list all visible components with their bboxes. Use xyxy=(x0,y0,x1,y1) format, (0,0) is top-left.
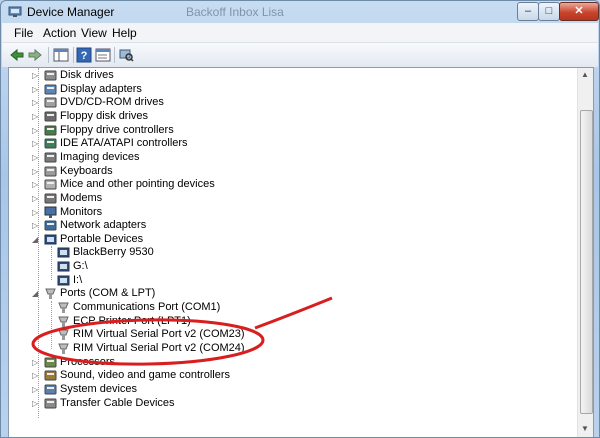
system-device-icon xyxy=(44,384,57,395)
tree-item-label: Mice and other pointing devices xyxy=(60,178,215,191)
show-hide-tree-icon[interactable] xyxy=(53,47,69,63)
minimize-button[interactable]: – xyxy=(517,2,539,21)
network-adapter-icon xyxy=(44,220,57,231)
dvd-drive-icon xyxy=(44,97,57,108)
display-adapter-icon xyxy=(44,84,57,95)
mouse-icon xyxy=(44,179,57,190)
monitor-icon xyxy=(44,206,57,218)
tree-item-label: Network adapters xyxy=(60,219,147,232)
portable-device-icon xyxy=(44,234,57,245)
tree-item-label: Monitors xyxy=(60,205,103,218)
tree-item-label: ECP Printer Port (LPT1) xyxy=(73,314,191,327)
tree-connector xyxy=(51,246,52,280)
scan-hardware-icon[interactable] xyxy=(118,47,134,63)
scrollbar-thumb[interactable] xyxy=(580,110,593,414)
toolbar-separator xyxy=(48,47,49,63)
tree-item-label: Keyboards xyxy=(60,164,113,177)
portable-device-icon xyxy=(57,247,70,258)
tree-item-label: Portable Devices xyxy=(60,232,144,245)
tree-item-label: BlackBerry 9530 xyxy=(73,246,154,259)
toolbar-separator xyxy=(73,47,74,63)
tree-item-label: Modems xyxy=(60,191,103,204)
tree-item-label: Disk drives xyxy=(60,69,114,81)
scroll-up-icon[interactable]: ▲ xyxy=(581,70,589,79)
floppy-controller-icon xyxy=(44,125,57,136)
collapsed-arrow-icon[interactable]: ▷ xyxy=(32,84,41,95)
tree-item-label: Processors xyxy=(60,355,116,368)
toolbar: ? xyxy=(2,43,598,67)
background-window-title: Backoff Inbox Lisa xyxy=(186,5,284,19)
expanded-arrow-icon[interactable]: ◢ xyxy=(32,288,41,299)
forward-arrow-icon[interactable] xyxy=(27,47,43,63)
menu-bar: File Action View Help xyxy=(2,23,598,43)
port-icon xyxy=(58,329,69,341)
device-tree[interactable]: ▷ Disk drives ▷ Display adapters ▷ DVD/CD-ROM… xyxy=(8,67,594,437)
collapsed-arrow-icon[interactable]: ▷ xyxy=(32,97,41,108)
close-button[interactable]: ✕ xyxy=(559,2,599,21)
scroll-down-icon[interactable]: ▼ xyxy=(581,424,589,433)
window-title: Device Manager xyxy=(27,5,115,19)
collapsed-arrow-icon[interactable]: ▷ xyxy=(32,398,41,409)
tree-item-label: Transfer Cable Devices xyxy=(60,396,175,409)
vertical-scrollbar[interactable]: ▲ ▼ xyxy=(577,68,593,437)
tree-item-label: Floppy drive controllers xyxy=(60,123,174,136)
processor-icon xyxy=(44,357,57,368)
ide-controller-icon xyxy=(44,138,57,149)
maximize-button[interactable]: □ xyxy=(538,2,560,21)
tree-item-label: I:\ xyxy=(73,273,83,286)
tree-item-label: Sound, video and game controllers xyxy=(60,369,230,382)
toolbar-separator xyxy=(114,47,115,63)
tree-item-label: DVD/CD-ROM drives xyxy=(60,96,164,109)
modem-icon xyxy=(44,193,57,204)
device-manager-icon xyxy=(8,6,22,17)
disk-drive-icon xyxy=(44,70,57,81)
keyboard-icon xyxy=(44,166,57,177)
port-icon xyxy=(58,343,69,354)
tree-item-label: Communications Port (COM1) xyxy=(73,301,221,314)
collapsed-arrow-icon[interactable]: ▷ xyxy=(32,111,41,122)
tree-item-label: RIM Virtual Serial Port v2 (COM24) xyxy=(73,342,245,354)
portable-device-icon xyxy=(57,261,70,272)
collapsed-arrow-icon[interactable]: ▷ xyxy=(32,138,41,149)
collapsed-arrow-icon[interactable]: ▷ xyxy=(32,179,41,190)
collapsed-arrow-icon[interactable]: ▷ xyxy=(32,193,41,204)
tree-item-label: Imaging devices xyxy=(60,150,140,163)
collapsed-arrow-icon[interactable]: ▷ xyxy=(32,207,41,218)
menu-file[interactable]: File xyxy=(14,26,33,40)
tree-item-label: Ports (COM & LPT) xyxy=(60,287,156,300)
tree-item-label: RIM Virtual Serial Port v2 (COM23) xyxy=(73,328,245,341)
collapsed-arrow-icon[interactable]: ▷ xyxy=(32,166,41,177)
menu-view[interactable]: View xyxy=(81,26,107,40)
back-arrow-icon[interactable] xyxy=(9,47,25,63)
port-icon xyxy=(58,316,69,327)
imaging-device-icon xyxy=(44,152,57,163)
sound-icon xyxy=(44,370,57,381)
help-icon[interactable]: ? xyxy=(76,47,92,63)
device-manager-window: Device Manager Backoff Inbox Lisa – □ ✕ … xyxy=(0,0,600,438)
tree-item-label: System devices xyxy=(60,382,138,395)
menu-help[interactable]: Help xyxy=(112,26,137,40)
collapsed-arrow-icon[interactable]: ▷ xyxy=(32,125,41,136)
properties-icon[interactable] xyxy=(95,47,111,63)
tree-connector xyxy=(51,301,52,349)
collapsed-arrow-icon[interactable]: ▷ xyxy=(32,70,41,81)
collapsed-arrow-icon[interactable]: ▷ xyxy=(32,370,41,381)
port-icon xyxy=(58,302,69,314)
collapsed-arrow-icon[interactable]: ▷ xyxy=(32,152,41,163)
portable-device-icon xyxy=(57,275,70,286)
menu-action[interactable]: Action xyxy=(43,26,76,40)
collapsed-arrow-icon[interactable]: ▷ xyxy=(32,384,41,395)
floppy-disk-icon xyxy=(44,111,57,122)
collapsed-arrow-icon[interactable]: ▷ xyxy=(32,220,41,231)
tree-item-label: G:\ xyxy=(73,260,88,273)
tree-item-label: Display adapters xyxy=(60,82,142,95)
tree-item-label: Floppy disk drives xyxy=(60,109,149,122)
title-bar[interactable]: Device Manager Backoff Inbox Lisa – □ ✕ xyxy=(1,1,599,23)
svg-text:?: ? xyxy=(81,50,88,62)
collapsed-arrow-icon[interactable]: ▷ xyxy=(32,357,41,368)
port-icon xyxy=(45,288,56,300)
expanded-arrow-icon[interactable]: ◢ xyxy=(32,234,41,245)
transfer-cable-icon xyxy=(44,398,57,409)
tree-item-label: IDE ATA/ATAPI controllers xyxy=(60,137,188,150)
